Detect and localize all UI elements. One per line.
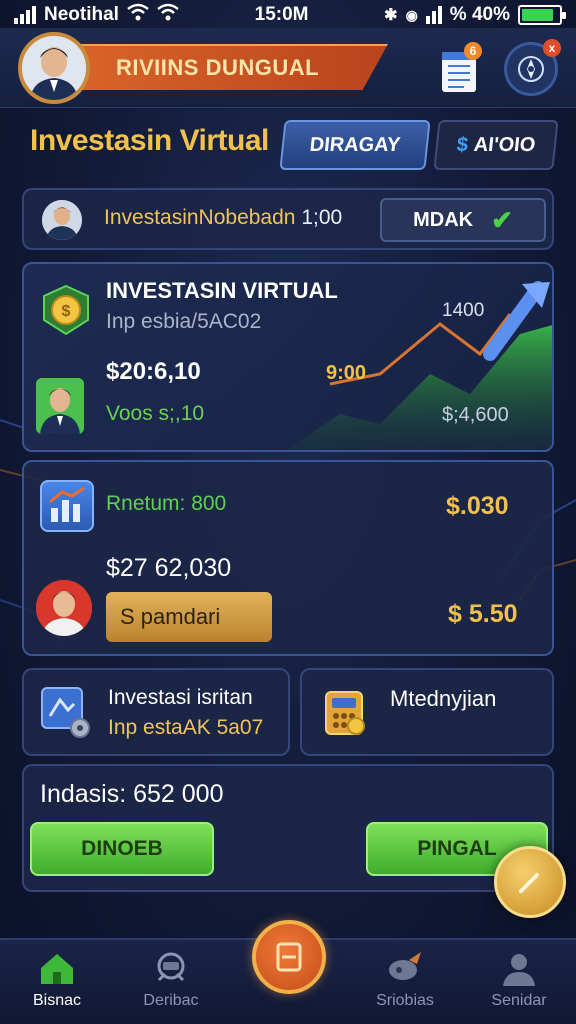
nav-item-deribac[interactable]: Deribac <box>126 948 216 1010</box>
chart-label-mid: 9:00 <box>326 362 367 384</box>
coin-icon: $ <box>40 284 92 336</box>
wifi-icon <box>157 3 179 27</box>
settings-icon: ◉ <box>405 6 418 23</box>
nav-item-senidar[interactable]: Senidar <box>474 948 564 1010</box>
mdak-label: MDAK <box>413 208 474 231</box>
alert-badge: x <box>543 39 561 57</box>
tablet-gear-icon <box>38 684 94 740</box>
avatar <box>36 378 84 434</box>
battery-fill <box>521 9 553 21</box>
nav-label: Senidar <box>491 992 547 1009</box>
compass-icon <box>518 56 544 82</box>
spamdari-label: S pamdari <box>120 604 221 629</box>
info-text: InvestasinNobebadn 1;00 <box>104 206 342 230</box>
info-value: 1;00 <box>301 206 343 229</box>
signal-icon <box>14 6 36 24</box>
tab-diragay[interactable]: DIRAGAY <box>279 120 431 170</box>
balance-label: Indasis: 652 000 <box>40 780 224 808</box>
mini-left-subtitle: Inp estaAK 5a07 <box>108 716 264 739</box>
nav-item-sriobias[interactable]: Sriobias <box>360 948 450 1010</box>
return-label: Rnetum: 800 <box>106 492 227 515</box>
mtednyjian-card[interactable]: Mtednyjian <box>300 668 554 756</box>
wifi-icon <box>127 3 149 27</box>
battery-icon <box>517 5 566 25</box>
avatar[interactable] <box>18 32 90 104</box>
clock: 15:0M <box>254 4 309 25</box>
balance-card: Indasis: 652 000 DINOEB PINGAL <box>22 764 554 892</box>
svg-text:$: $ <box>62 303 71 320</box>
avatar <box>36 580 92 636</box>
mdak-button[interactable]: MDAK ✔ <box>380 198 546 242</box>
investment-card[interactable]: $ INVESTASIN VIRTUAL Inp esbia/5AC02 $20… <box>22 262 554 452</box>
spamdari-button[interactable]: S pamdari <box>106 592 272 642</box>
bluetooth-icon: ✱ <box>384 7 398 24</box>
mini-left-title: Investasi isritan <box>108 686 253 709</box>
status-bar: Neotihal 15:0M ✱ ◉ % 40% <box>0 0 576 30</box>
return-card: Rnetum: 800 $.030 $27 62,030 S pamdari $… <box>22 460 554 656</box>
tab-aioio[interactable]: $ AI'OIO <box>433 120 559 170</box>
investasi-isritan-card[interactable]: Investasi isritan Inp estaAK 5a07 <box>22 668 290 756</box>
investment-title: INVESTASIN VIRTUAL <box>106 278 338 303</box>
compass-button[interactable]: x <box>504 39 561 96</box>
username-banner[interactable]: RIVIINS DUNGUAL <box>70 44 388 90</box>
signal-icon <box>425 6 442 24</box>
return-value-top: $.030 <box>446 492 509 520</box>
edit-fab-button[interactable] <box>494 846 566 918</box>
chart-label-bottom: $;4,600 <box>442 404 509 426</box>
document-button[interactable]: 6 <box>440 42 482 94</box>
calculator-coin-icon <box>316 684 372 740</box>
center-action-icon <box>276 942 302 972</box>
tab-label: AI'OIO <box>472 133 537 156</box>
app-header: RIVIINS DUNGUAL 6 x <box>0 28 576 108</box>
carrier-label: Neotihal <box>44 4 119 25</box>
notification-badge: 6 <box>464 42 482 60</box>
return-amount: $27 62,030 <box>106 554 232 582</box>
nav-label: Deribac <box>143 992 199 1009</box>
dinoeb-button[interactable]: DINOEB <box>30 822 214 876</box>
home-icon <box>41 954 73 984</box>
bar-chart-icon <box>40 480 94 532</box>
investment-volume: Voos s;,10 <box>106 402 205 425</box>
pingal-label: PINGAL <box>417 837 497 860</box>
info-row: InvestasinNobebadn 1;00 MDAK ✔ <box>22 188 554 250</box>
investment-subtitle: Inp esbia/5AC02 <box>106 310 262 333</box>
battery-percent: % 40% <box>449 4 510 25</box>
nav-label: Bisnac <box>32 992 82 1009</box>
briefcase-icon <box>157 952 185 982</box>
avatar <box>42 200 82 240</box>
nav-item-home[interactable]: Bisnac <box>12 948 102 1010</box>
dinoeb-label: DINOEB <box>81 837 163 860</box>
page-title: Investasin Virtual <box>30 124 269 157</box>
info-label: InvestasinNobebadn <box>104 206 296 229</box>
return-value-bottom: $ 5.50 <box>448 600 518 628</box>
mini-right-title: Mtednyjian <box>390 686 497 711</box>
nav-label: Sriobias <box>376 992 434 1009</box>
tab-label: DIRAGAY <box>308 133 402 156</box>
dollar-icon: $ <box>455 133 470 156</box>
pencil-icon <box>519 873 539 893</box>
profile-icon <box>503 954 535 986</box>
investment-amount: $20:6,10 <box>106 358 201 385</box>
chart-label-top: 1400 <box>442 300 485 321</box>
check-icon: ✔ <box>491 204 513 235</box>
rocket-icon <box>389 952 421 980</box>
username: RIVIINS DUNGUAL <box>116 55 320 80</box>
center-action-button[interactable] <box>252 920 326 994</box>
